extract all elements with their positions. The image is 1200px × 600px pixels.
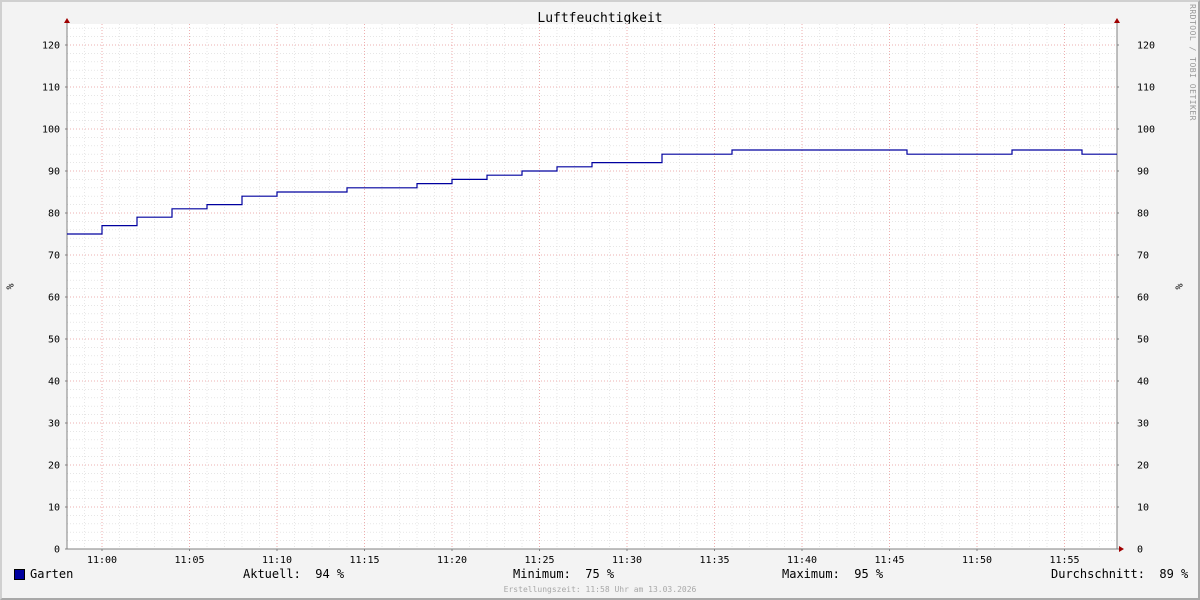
x-tick-label: 11:55 bbox=[1049, 555, 1079, 566]
y-tick-label-right: 80 bbox=[1137, 209, 1149, 220]
y-tick-label-right: 60 bbox=[1137, 293, 1149, 304]
y-tick-label-left: 110 bbox=[42, 83, 60, 94]
legend-minimum: Minimum: 75 % bbox=[513, 567, 615, 581]
y-tick-label-left: 120 bbox=[42, 41, 60, 52]
legend-durchschnitt: Durchschnitt: 89 % bbox=[1051, 567, 1189, 581]
y-tick-label-left: 30 bbox=[48, 419, 60, 430]
y-tick-label-left: 0 bbox=[54, 545, 60, 556]
x-tick-label: 11:25 bbox=[524, 555, 554, 566]
x-tick-label: 11:15 bbox=[349, 555, 379, 566]
y-tick-label-right: 50 bbox=[1137, 335, 1149, 346]
x-tick-label: 11:10 bbox=[262, 555, 292, 566]
x-tick-label: 11:00 bbox=[87, 555, 117, 566]
x-tick-label: 11:40 bbox=[787, 555, 817, 566]
y-axis-arrow-left bbox=[64, 18, 70, 23]
y-tick-label-right: 0 bbox=[1137, 545, 1143, 556]
y-tick-label-right: 120 bbox=[1137, 41, 1155, 52]
y-tick-label-right: 10 bbox=[1137, 503, 1149, 514]
y-tick-label-left: 100 bbox=[42, 125, 60, 136]
y-tick-label-right: 20 bbox=[1137, 461, 1149, 472]
y-tick-label-left: 40 bbox=[48, 377, 60, 388]
legend-series-name: Garten bbox=[30, 567, 74, 581]
x-tick-label: 11:35 bbox=[699, 555, 729, 566]
x-axis-arrow bbox=[1119, 546, 1124, 552]
y-tick-label-left: 70 bbox=[48, 251, 60, 262]
y-tick-label-left: 50 bbox=[48, 335, 60, 346]
creation-time: Erstellungszeit: 11:58 Uhr am 13.03.2026 bbox=[503, 585, 697, 594]
y-axis-arrow-right bbox=[1114, 18, 1120, 23]
y-tick-label-right: 40 bbox=[1137, 377, 1149, 388]
y-tick-label-right: 70 bbox=[1137, 251, 1149, 262]
y-tick-label-right: 30 bbox=[1137, 419, 1149, 430]
y-tick-label-left: 90 bbox=[48, 167, 60, 178]
y-tick-label-right: 90 bbox=[1137, 167, 1149, 178]
y-tick-label-right: 110 bbox=[1137, 83, 1155, 94]
y-tick-label-left: 60 bbox=[48, 293, 60, 304]
y-tick-label-left: 20 bbox=[48, 461, 60, 472]
x-tick-label: 11:30 bbox=[612, 555, 642, 566]
y-tick-label-left: 10 bbox=[48, 503, 60, 514]
legend-swatch-garten bbox=[14, 569, 25, 580]
x-tick-label: 11:45 bbox=[874, 555, 904, 566]
x-tick-label: 11:50 bbox=[962, 555, 992, 566]
y-tick-label-right: 100 bbox=[1137, 125, 1155, 136]
legend-aktuell: Aktuell: 94 % bbox=[243, 567, 345, 581]
y-tick-label-left: 80 bbox=[48, 209, 60, 220]
x-tick-label: 11:05 bbox=[174, 555, 204, 566]
chart-plot-area: 11:00 11:05 11:10 11:15 11:20 11:25 11:30 11:35… bbox=[42, 18, 1155, 566]
x-tick-label: 11:20 bbox=[437, 555, 467, 566]
legend-maximum: Maximum: 95 % bbox=[782, 567, 884, 581]
